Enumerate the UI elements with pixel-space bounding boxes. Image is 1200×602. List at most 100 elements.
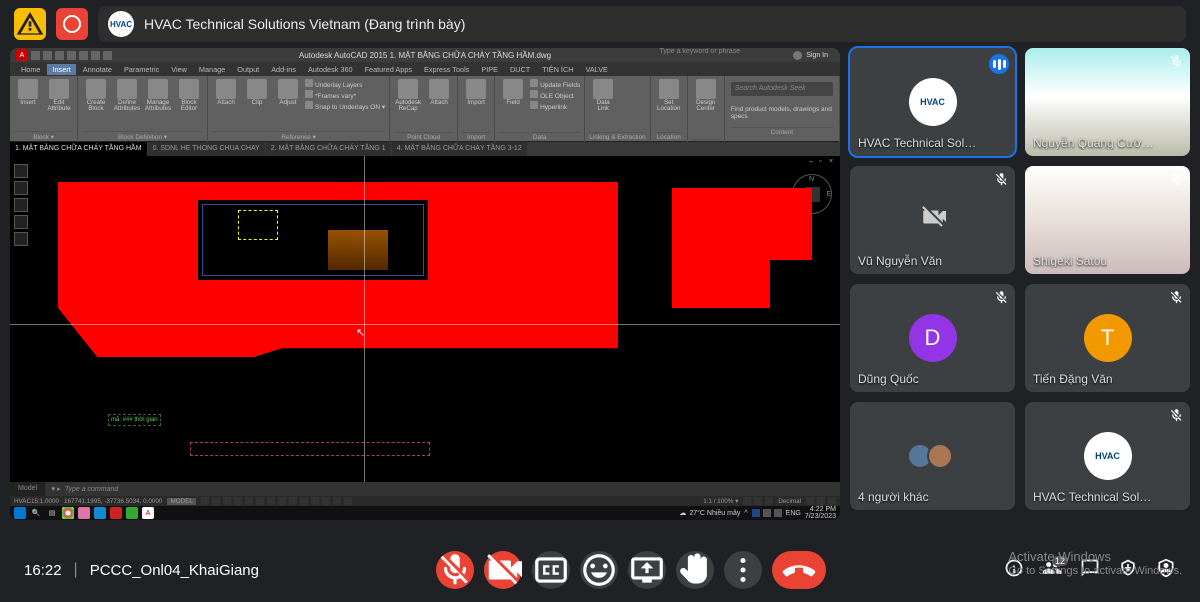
- space-mode[interactable]: MODEL: [167, 498, 195, 505]
- participant-name: HVAC Technical Sol…: [858, 136, 976, 150]
- crosshair-h: [10, 324, 840, 325]
- ribbon-tab[interactable]: Express Tools: [419, 65, 474, 74]
- presenter-avatar: HVAC: [108, 11, 134, 37]
- raise-hand-button[interactable]: [676, 551, 714, 589]
- weather-widget[interactable]: ☁ 27°C Nhiều mây: [679, 509, 740, 517]
- shared-screen: A Autodesk AutoCAD 2015 1. MẶT BẰNG CHỮA…: [10, 48, 840, 520]
- drawing-canvas[interactable]: –▫× NE mã: ### thời gian ↖: [10, 156, 840, 482]
- app-icon[interactable]: [126, 507, 138, 519]
- presenter-title: HVAC Technical Solutions Vietnam (Đang t…: [144, 16, 465, 32]
- zalo-icon[interactable]: [94, 507, 106, 519]
- ribbon[interactable]: InsertEditAttributeBlock ▾CreateBlockDef…: [10, 76, 840, 142]
- participant-tile[interactable]: Shigeki Satou: [1025, 166, 1190, 274]
- anno-scale[interactable]: 1:1 / 100% ▾: [703, 498, 738, 505]
- ribbon-tabs[interactable]: HomeInsertAnnotateParametricViewManageOu…: [10, 62, 840, 76]
- ribbon-group[interactable]: DesignCenter: [688, 76, 725, 142]
- drawing-tab[interactable]: 2. MẶT BẰNG CHỮA CHÁY TẦNG 1: [266, 142, 391, 156]
- captions-button[interactable]: [532, 551, 570, 589]
- quick-access-toolbar[interactable]: A: [16, 48, 112, 62]
- model-tab[interactable]: Model: [10, 482, 45, 496]
- participant-name: 4 người khác: [858, 490, 929, 504]
- participant-tile[interactable]: 4 người khác: [850, 402, 1015, 510]
- record-button[interactable]: [56, 8, 88, 40]
- ribbon-tab[interactable]: TIỆN ÍCH: [537, 65, 578, 74]
- layer-indicator[interactable]: HVAC15:1.0000: [14, 498, 59, 505]
- reactions-button[interactable]: [580, 551, 618, 589]
- ribbon-tab[interactable]: VALVE: [580, 65, 612, 74]
- meeting-controls: [436, 551, 826, 589]
- floor-plan-drawing: [58, 170, 618, 370]
- ribbon-tab[interactable]: Add-ins: [266, 65, 301, 74]
- avatar-letter: T: [1084, 314, 1132, 362]
- sign-in-label: Sign In: [806, 52, 828, 59]
- ribbon-tab[interactable]: Insert: [47, 64, 75, 75]
- autocad-titlebar: A Autodesk AutoCAD 2015 1. MẶT BẰNG CHỮA…: [10, 48, 840, 62]
- ribbon-tab[interactable]: Home: [16, 65, 45, 74]
- participant-tile[interactable]: HVACHVAC Technical Sol…: [850, 48, 1015, 156]
- ribbon-group[interactable]: ImportImport: [458, 76, 495, 142]
- drawing-tab[interactable]: 0. SDNL HE THONG CHUA CHAY: [148, 142, 265, 156]
- task-view-icon[interactable]: ▤: [46, 507, 58, 519]
- ribbon-group[interactable]: AutodeskReCapAttachPoint Cloud: [390, 76, 458, 142]
- file-tabs[interactable]: 1. MẶT BẰNG CHỮA CHÁY TẦNG HẦM0. SDNL HE…: [10, 142, 840, 156]
- drawing-tab[interactable]: 4. MẶT BẰNG CHỮA CHÁY TẦNG 3-12: [392, 142, 527, 156]
- ribbon-group[interactable]: DataLinkLinking & Extraction: [585, 76, 650, 142]
- ribbon-group[interactable]: InsertEditAttributeBlock ▾: [10, 76, 78, 142]
- explorer-icon[interactable]: [78, 507, 90, 519]
- ribbon-tab[interactable]: Parametric: [119, 65, 164, 74]
- ribbon-tab[interactable]: View: [166, 65, 192, 74]
- ribbon-group[interactable]: AttachClipAdjustUnderlay Layers*Frames v…: [208, 76, 390, 142]
- windows-taskbar[interactable]: 🔍 ▤ A ☁ 27°C Nhiều mây ^ ENG 4:22 PM 7/2…: [10, 506, 840, 520]
- ribbon-tab[interactable]: DUCT: [505, 65, 535, 74]
- participant-tile[interactable]: HVACHVAC Technical Sol…: [1025, 402, 1190, 510]
- camera-button[interactable]: [484, 551, 522, 589]
- sign-in[interactable]: Sign In: [793, 48, 828, 62]
- chrome-icon[interactable]: [62, 507, 74, 519]
- status-icons[interactable]: [201, 497, 352, 505]
- more-button[interactable]: [724, 551, 762, 589]
- participants-grid: HVACHVAC Technical Sol…Nguyễn Quang Cườ……: [850, 48, 1190, 534]
- command-line[interactable]: Model ♥ ▸ Type a command: [10, 482, 840, 496]
- present-button[interactable]: [628, 551, 666, 589]
- drawing-tab[interactable]: 1. MẶT BẰNG CHỮA CHÁY TẦNG HẦM: [10, 142, 147, 156]
- clock[interactable]: 4:22 PM 7/23/2023: [805, 506, 836, 520]
- participant-tile[interactable]: Vũ Nguyễn Văn: [850, 166, 1015, 274]
- ribbon-tab[interactable]: Autodesk 360: [303, 65, 358, 74]
- muted-icon: [1169, 408, 1184, 426]
- mic-button[interactable]: [436, 551, 474, 589]
- status-bar[interactable]: HVAC15:1.0000 167741.1995, -37736.5034, …: [10, 496, 840, 506]
- canvas-window-buttons[interactable]: –▫×: [809, 158, 836, 165]
- start-icon[interactable]: [14, 507, 26, 519]
- ribbon-group[interactable]: Search Autodesk SeekFind product models,…: [725, 76, 840, 142]
- ribbon-group[interactable]: CreateBlockDefineAttributesManageAttribu…: [78, 76, 208, 142]
- muted-icon: [1169, 54, 1184, 72]
- help-search[interactable]: Type a keyword or phrase: [659, 48, 740, 62]
- presenter-pill[interactable]: HVAC HVAC Technical Solutions Vietnam (Đ…: [98, 6, 1186, 42]
- participant-tile[interactable]: TTiến Đặng Văn: [1025, 284, 1190, 392]
- speaking-icon: [989, 54, 1009, 74]
- muted-icon: [994, 172, 1009, 190]
- app-icon[interactable]: [110, 507, 122, 519]
- ribbon-tab[interactable]: Manage: [194, 65, 230, 74]
- muted-icon: [1169, 172, 1184, 190]
- cmd-prompt[interactable]: Type a command: [65, 486, 119, 493]
- search-icon[interactable]: 🔍: [30, 507, 42, 519]
- ribbon-tab[interactable]: Output: [232, 65, 264, 74]
- autocad-app-icon[interactable]: A: [16, 49, 28, 61]
- warning-button[interactable]: [14, 8, 46, 40]
- ribbon-tab[interactable]: PIPE: [476, 65, 503, 74]
- language-indicator[interactable]: ENG: [786, 510, 801, 517]
- floor-plan-secondary: [672, 170, 812, 320]
- autocad-taskbar-icon[interactable]: A: [142, 507, 154, 519]
- ribbon-tab[interactable]: Featured Apps: [360, 65, 417, 74]
- participant-tile[interactable]: DDũng Quốc: [850, 284, 1015, 392]
- ribbon-tab[interactable]: Annotate: [78, 65, 117, 74]
- ribbon-group[interactable]: SetLocationLocation: [651, 76, 688, 142]
- leave-button[interactable]: [772, 551, 826, 589]
- units[interactable]: Decimal: [778, 498, 801, 505]
- tool-palette[interactable]: [14, 164, 30, 246]
- drawing-annotation-box: [190, 442, 430, 456]
- participant-tile[interactable]: Nguyễn Quang Cườ…: [1025, 48, 1190, 156]
- company-logo: HVAC: [1084, 432, 1132, 480]
- ribbon-group[interactable]: FieldUpdate FieldsOLE ObjectHyperlinkDat…: [495, 76, 585, 142]
